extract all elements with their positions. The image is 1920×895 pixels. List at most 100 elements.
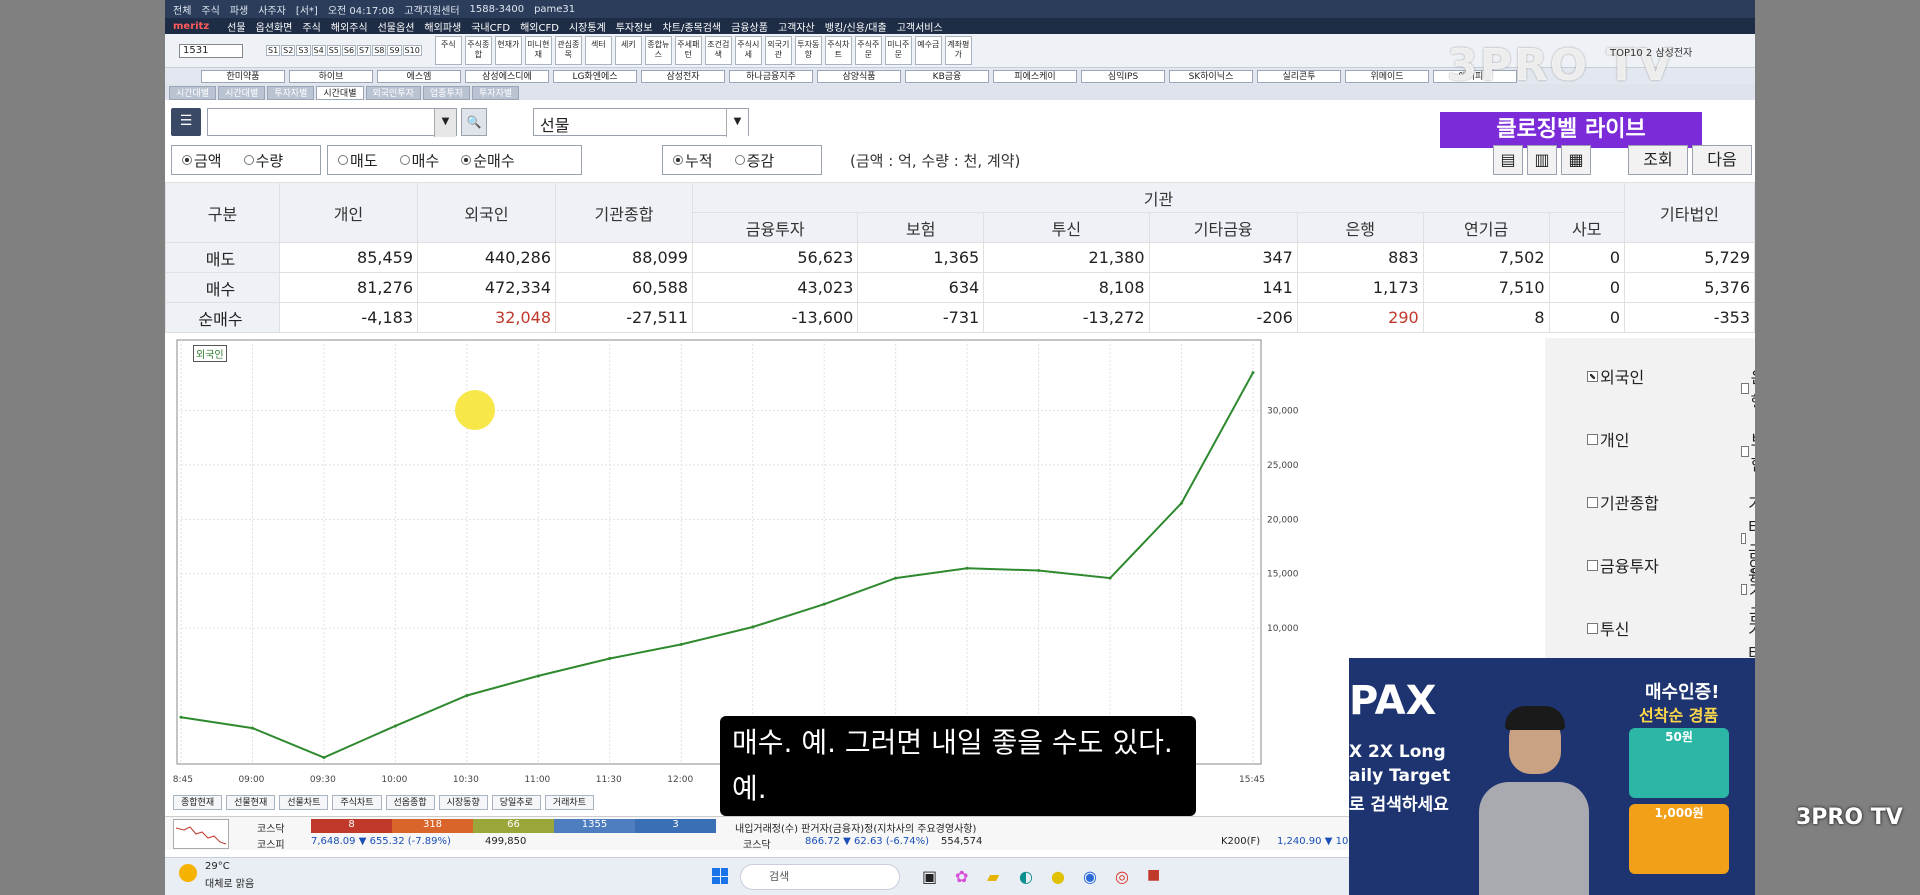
favorite-stock[interactable]: LG화엔에스	[553, 69, 637, 83]
favorite-stock[interactable]: 한미약품	[201, 69, 285, 83]
toolbar-button[interactable]: 주세패턴	[674, 36, 702, 65]
chart-view-icon[interactable]: ▥	[1527, 145, 1557, 175]
bottom-tab[interactable]: 주식차트	[332, 795, 382, 810]
stock-code-input[interactable]: 1531	[179, 43, 243, 58]
meritz-app-icon[interactable]: ■	[1147, 867, 1160, 883]
toolbar-button[interactable]: 조건검색	[704, 36, 732, 65]
bottom-tab[interactable]: 시장동향	[438, 795, 488, 810]
toolbar-button[interactable]: 계좌평가	[944, 36, 972, 65]
search-icon[interactable]: 🔍	[461, 108, 487, 136]
window-tab[interactable]: 시간대별	[169, 86, 217, 100]
folder-icon[interactable]: ▰	[987, 867, 999, 886]
window-tab[interactable]: 시간대별	[218, 86, 266, 100]
menu-item[interactable]: 선물옵션	[378, 19, 415, 34]
titlebar-item[interactable]: 주식	[201, 2, 219, 17]
investor-checkbox[interactable]: 은행	[1741, 364, 1755, 412]
favorite-stock[interactable]: 삼성에스디에	[465, 69, 549, 83]
favorite-stock[interactable]: 피에스케이	[993, 69, 1077, 83]
favorite-stock[interactable]: 삼성전자	[641, 69, 725, 83]
menu-item[interactable]: 옵션화면	[256, 19, 293, 34]
menu-icon[interactable]: ☰	[171, 108, 201, 136]
slot-button[interactable]: S4	[311, 45, 326, 56]
investor-checkbox[interactable]: 보험	[1741, 427, 1755, 475]
toolbar-button[interactable]: 주식차트	[824, 36, 852, 65]
favorite-stock[interactable]: 삼양식품	[817, 69, 901, 83]
menu-item[interactable]: 뱅킹/신용/대출	[825, 19, 887, 34]
menu-item[interactable]: 국내CFD	[471, 19, 510, 34]
query-button[interactable]: 조회	[1628, 145, 1688, 175]
favorite-stock[interactable]: 위메이드	[1345, 69, 1429, 83]
slot-button[interactable]: S6	[341, 45, 357, 56]
next-button[interactable]: 다음	[1692, 145, 1752, 175]
toolbar-button[interactable]: 주식	[434, 36, 462, 65]
bottom-tab[interactable]: 선물차트	[279, 795, 329, 810]
menu-item[interactable]: 선물	[227, 19, 245, 34]
menu-item[interactable]: 해외주식	[331, 19, 368, 34]
investor-checkbox[interactable]: 금융투자	[1587, 553, 1659, 577]
slot-button[interactable]: S3	[296, 45, 311, 56]
investor-checkbox[interactable]: 연기금	[1741, 553, 1755, 625]
titlebar-item[interactable]: 고객지원센터	[404, 2, 459, 17]
chevron-down-icon[interactable]: ▼	[726, 109, 748, 137]
slot-button[interactable]: S2	[281, 45, 296, 56]
mixed-view-icon[interactable]: ▦	[1561, 145, 1591, 175]
toolbar-button[interactable]: 주식시세	[734, 36, 762, 65]
chevron-down-icon[interactable]: ▼	[434, 109, 456, 137]
window-tab[interactable]: 업종투자	[422, 86, 471, 100]
toolbar-button[interactable]: 외국기관	[764, 36, 792, 65]
slot-button[interactable]: S10	[402, 45, 422, 56]
slot-button[interactable]: S9	[387, 45, 402, 56]
favorite-stock[interactable]: SK하이닉스	[1169, 69, 1253, 83]
slot-button[interactable]: S1	[266, 45, 281, 56]
menu-item[interactable]: 주식	[302, 19, 320, 34]
toolbar-button[interactable]: 세키	[614, 36, 642, 65]
toolbar-button[interactable]: 미니현재	[524, 36, 552, 65]
toolbar-button[interactable]: 종합뉴스	[644, 36, 672, 65]
window-tab[interactable]: 투자자별	[472, 86, 520, 100]
bottom-tab[interactable]: 당일추로	[491, 795, 541, 810]
favorite-stock[interactable]: 실리콘투	[1257, 69, 1341, 83]
toolbar-button[interactable]: 현재가	[494, 36, 522, 65]
menu-item[interactable]: 시장통계	[569, 19, 606, 34]
bottom-tab[interactable]: 거래차트	[544, 795, 594, 810]
toolbar-button[interactable]: 주식주문	[854, 36, 882, 65]
favorite-stock[interactable]: 에스엠	[377, 69, 461, 83]
window-tab[interactable]: 시간대별	[316, 86, 364, 100]
menu-item[interactable]: 해외CFD	[520, 19, 559, 34]
chrome-icon[interactable]: ◎	[1115, 867, 1129, 886]
menu-item[interactable]: 투자정보	[616, 19, 653, 34]
bottom-tab[interactable]: 선옵종합	[385, 795, 435, 810]
toolbar-button[interactable]: 미니주문	[884, 36, 912, 65]
kakaotalk-icon[interactable]: ●	[1051, 867, 1065, 886]
favorite-stock[interactable]: KB금융	[905, 69, 989, 83]
slot-button[interactable]: S8	[372, 45, 387, 56]
window-tab[interactable]: 외국인투자	[365, 86, 421, 100]
menu-item[interactable]: 금융상품	[731, 19, 768, 34]
window-tab[interactable]: 투자자별	[267, 86, 315, 100]
titlebar-item[interactable]: 전체	[173, 2, 191, 17]
toolbar-button[interactable]: 관심종목	[554, 36, 582, 65]
toolbar-button[interactable]: 섹터	[584, 36, 612, 65]
toolbar-button[interactable]: 투자동향	[794, 36, 822, 65]
favorite-stock[interactable]: 심익IPS	[1081, 69, 1165, 83]
radio-buy[interactable]: 매수	[400, 150, 440, 171]
table-view-icon[interactable]: ▤	[1493, 145, 1523, 175]
radio-net-buy[interactable]: 순매수	[461, 150, 514, 171]
taskbar-search[interactable]: 검색	[740, 864, 900, 890]
investor-checkbox[interactable]: 기관종합	[1587, 490, 1659, 514]
titlebar-item[interactable]: 오전 04:17:08	[328, 2, 395, 17]
search-input[interactable]: ▼	[207, 108, 457, 137]
menu-item[interactable]: 해외파생	[424, 19, 461, 34]
copilot-icon[interactable]: ✿	[955, 867, 968, 886]
slot-button[interactable]: S7	[357, 45, 372, 56]
radio-cumulative[interactable]: 누적	[673, 150, 713, 171]
radio-change[interactable]: 증감	[735, 150, 775, 171]
news-line[interactable]: 내입거래정(수) 판거자(금융자)정(지차사의 주요경영사항)	[735, 820, 976, 835]
toolbar-button[interactable]: 주식종합	[464, 36, 492, 65]
slot-button[interactable]: S5	[326, 45, 341, 56]
titlebar-item[interactable]: 1588-3400	[470, 4, 525, 15]
radio-sell[interactable]: 매도	[338, 150, 378, 171]
investor-checkbox[interactable]: 외국인	[1587, 364, 1644, 388]
market-select[interactable]: 선물 ▼	[533, 108, 749, 137]
menu-item[interactable]: 고객자산	[778, 19, 815, 34]
